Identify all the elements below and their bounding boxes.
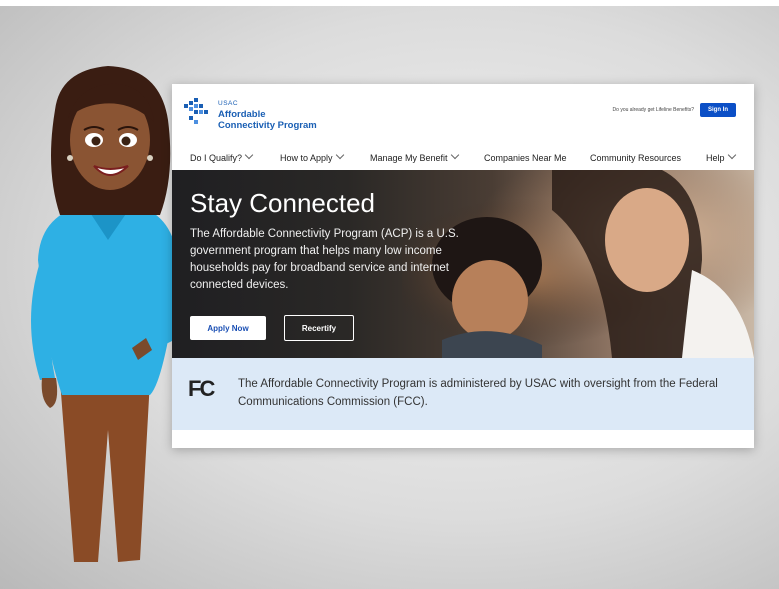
nav-label: Do I Qualify? [190, 153, 243, 163]
fcc-logo-icon: FC [188, 376, 215, 401]
fcc-notice-text: The Affordable Connectivity Program is a… [238, 378, 718, 408]
apply-now-button[interactable]: Apply Now [190, 316, 266, 340]
signin-area: Do you already get Lifeline Benefits? Si… [613, 103, 736, 117]
site-header: USAC Affordable Connectivity Program Do … [172, 84, 754, 144]
fcc-notice: FC The Affordable Connectivity Program i… [172, 358, 754, 430]
signin-question: Do you already get Lifeline Benefits? [612, 107, 694, 113]
chevron-down-icon [244, 150, 254, 160]
recertify-button[interactable]: Recertify [284, 315, 354, 341]
nav-label: Help [706, 153, 725, 163]
presentation-stage: USAC Affordable Connectivity Program Do … [0, 0, 779, 589]
nav-item-help[interactable]: Help [706, 150, 736, 163]
acp-website-window: USAC Affordable Connectivity Program Do … [172, 84, 754, 448]
brand-lockup[interactable]: USAC Affordable Connectivity Program [218, 98, 317, 131]
brand-line-1: Affordable [218, 109, 266, 120]
nav-item-companies-near-me[interactable]: Companies Near Me [484, 153, 567, 163]
nav-item-community-resources[interactable]: Community Resources [590, 153, 681, 163]
nav-item-manage-my-benefit[interactable]: Manage My Benefit [370, 150, 459, 163]
usac-logo-icon [184, 98, 208, 124]
signin-button[interactable]: Sign In [700, 103, 736, 117]
brand-usac: USAC [218, 100, 239, 107]
chevron-down-icon [450, 150, 459, 160]
brand-line-2: Connectivity Program [218, 120, 317, 131]
nav-label: Community Resources [590, 153, 682, 163]
nav-label: Manage My Benefit [370, 153, 448, 163]
main-nav: Do I Qualify? How to Apply Manage My Ben… [172, 150, 754, 168]
nav-item-how-to-apply[interactable]: How to Apply [280, 150, 344, 163]
hero-banner: Stay Connected The Affordable Connectivi… [172, 170, 754, 358]
hero-title: Stay Connected [190, 188, 376, 218]
nav-label: Companies Near Me [484, 153, 567, 163]
hero-description: The Affordable Connectivity Program (ACP… [190, 228, 459, 291]
chevron-down-icon [727, 150, 736, 160]
chevron-down-icon [335, 150, 344, 160]
nav-label: How to Apply [280, 153, 333, 163]
nav-item-do-i-qualify[interactable]: Do I Qualify? [190, 150, 254, 163]
